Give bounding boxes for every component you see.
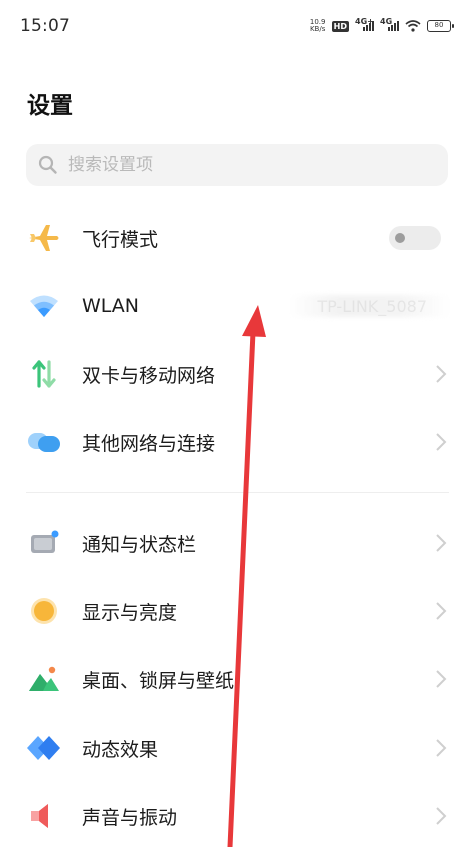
settings-item-label: 飞行模式 bbox=[82, 228, 159, 251]
wifi-status-icon bbox=[405, 20, 421, 32]
brightness-icon bbox=[26, 593, 62, 629]
battery-icon: 80 bbox=[427, 20, 454, 32]
search-bar[interactable] bbox=[26, 144, 448, 186]
network-speed: 10.9 KB/s bbox=[309, 18, 326, 33]
settings-item-dual-sim[interactable]: 双卡与移动网络 bbox=[0, 340, 475, 408]
status-icons: 10.9 KB/s HD 4G+ 4G 80 bbox=[309, 16, 454, 36]
cloud-link-icon bbox=[26, 424, 62, 460]
chevron-right-icon bbox=[436, 739, 447, 757]
settings-item-label: 声音与振动 bbox=[82, 806, 178, 829]
sim-data-icon bbox=[26, 356, 62, 392]
settings-item-wlan[interactable]: WLAN TP-LINK_5087 bbox=[0, 272, 475, 340]
settings-item-wallpaper[interactable]: 桌面、锁屏与壁纸 bbox=[0, 645, 475, 713]
search-input[interactable] bbox=[68, 155, 418, 175]
wifi-icon bbox=[26, 288, 62, 324]
settings-item-label: WLAN bbox=[82, 295, 140, 317]
settings-item-label: 动态效果 bbox=[82, 738, 159, 761]
wallpaper-icon bbox=[26, 661, 62, 697]
animation-icon bbox=[26, 730, 62, 766]
chevron-right-icon bbox=[436, 670, 447, 688]
speaker-icon bbox=[26, 798, 62, 834]
chevron-right-icon bbox=[436, 433, 447, 451]
settings-item-notifications[interactable]: 通知与状态栏 bbox=[0, 509, 475, 577]
status-bar: 15:07 10.9 KB/s HD 4G+ 4G 80 bbox=[0, 0, 475, 52]
settings-item-label: 其他网络与连接 bbox=[82, 432, 216, 455]
search-icon bbox=[38, 155, 57, 174]
settings-item-airplane-mode[interactable]: 飞行模式 bbox=[0, 204, 475, 272]
settings-item-sound[interactable]: 声音与振动 bbox=[0, 782, 475, 847]
section-divider bbox=[26, 492, 449, 493]
chevron-right-icon bbox=[436, 365, 447, 383]
settings-item-other-networks[interactable]: 其他网络与连接 bbox=[0, 408, 475, 476]
settings-item-animation[interactable]: 动态效果 bbox=[0, 714, 475, 782]
settings-item-label: 双卡与移动网络 bbox=[82, 364, 216, 387]
airplane-icon bbox=[26, 220, 62, 256]
chevron-right-icon bbox=[436, 534, 447, 552]
settings-item-label: 通知与状态栏 bbox=[82, 533, 197, 556]
chevron-right-icon bbox=[436, 807, 447, 825]
status-time: 15:07 bbox=[20, 16, 70, 36]
notification-icon bbox=[26, 525, 62, 561]
signal-1-icon: 4G+ bbox=[355, 17, 374, 31]
airplane-mode-toggle[interactable] bbox=[389, 226, 441, 250]
chevron-right-icon bbox=[436, 602, 447, 620]
settings-item-label: 桌面、锁屏与壁纸 bbox=[82, 669, 235, 692]
page-title: 设置 bbox=[27, 93, 73, 119]
wlan-network-name: TP-LINK_5087 bbox=[317, 296, 427, 316]
settings-item-label: 显示与亮度 bbox=[82, 601, 178, 624]
signal-2-icon: 4G bbox=[380, 17, 399, 31]
hd-voice-icon: HD bbox=[331, 20, 349, 32]
settings-item-display[interactable]: 显示与亮度 bbox=[0, 577, 475, 645]
